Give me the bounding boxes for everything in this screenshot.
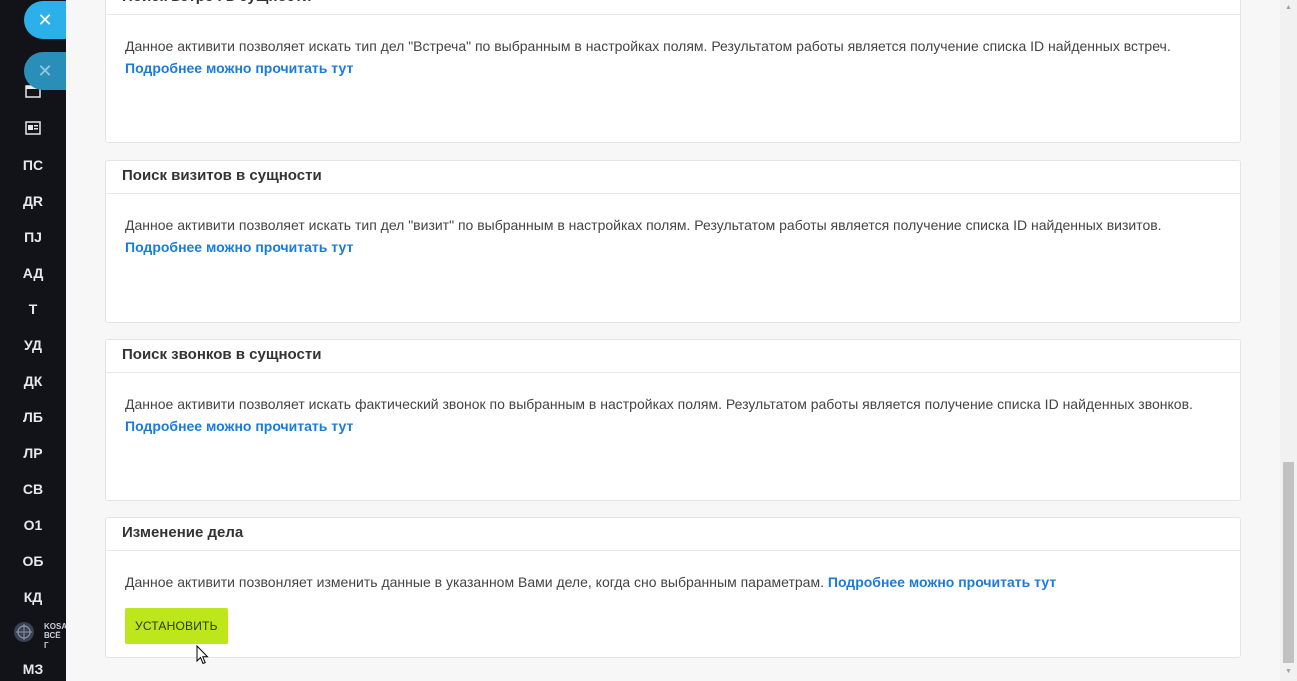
close-icon: ✕: [37, 9, 53, 31]
close-panel-button-secondary[interactable]: ✕: [24, 52, 66, 90]
card-title: Изменение дела: [106, 518, 1240, 551]
sidebar-item-dr[interactable]: ДR: [0, 193, 66, 209]
card-description: Данное активити позволяет искать фактиче…: [125, 396, 1193, 434]
main-content: Поиск встреч в сущности Данное активити …: [66, 0, 1280, 681]
sidebar-item-ud[interactable]: УД: [0, 337, 66, 353]
read-more-link[interactable]: Подробнее можно прочитать тут: [828, 574, 1056, 590]
left-sidebar: ПС ДR ПJ АД Т УД ДК ЛБ ЛР СВ О1 ОБ КД KO…: [0, 0, 67, 681]
scroll-up-icon[interactable]: ▲: [1283, 4, 1294, 11]
read-more-link[interactable]: Подробнее можно прочитать тут: [125, 239, 353, 255]
scrollbar-thumb[interactable]: [1283, 462, 1294, 663]
sidebar-item-t[interactable]: Т: [0, 301, 66, 317]
globe-icon: [14, 622, 34, 642]
sidebar-item-lb[interactable]: ЛБ: [0, 409, 66, 425]
read-more-link[interactable]: Подробнее можно прочитать тут: [125, 60, 353, 76]
sidebar-item-pj[interactable]: ПJ: [0, 229, 66, 245]
sidebar-item-ob[interactable]: ОБ: [0, 553, 66, 569]
read-more-link[interactable]: Подробнее можно прочитать тут: [125, 418, 353, 434]
install-button[interactable]: УСТАНОВИТЬ: [125, 608, 228, 644]
scroll-down-icon[interactable]: ▼: [1283, 668, 1294, 675]
card-title: Поиск визитов в сущности: [106, 161, 1240, 194]
sidebar-item-ps[interactable]: ПС: [0, 157, 66, 173]
mouse-cursor-icon: [196, 645, 209, 665]
contact-card-icon[interactable]: [25, 121, 41, 135]
card-description: Данное активити позвонляет изменить данн…: [106, 551, 1240, 644]
card-call-search: Поиск звонков в сущности Данное активити…: [105, 339, 1241, 501]
card-title: Поиск звонков в сущности: [106, 340, 1240, 373]
close-icon: ✕: [37, 60, 53, 82]
sidebar-item-o1[interactable]: О1: [0, 517, 66, 533]
card-description: Данное активити позволяет искать тип дел…: [125, 217, 1162, 255]
card-activity-edit: Изменение дела Данное активити позвонляе…: [105, 517, 1241, 658]
card-title: Поиск встреч в сущности: [106, 0, 1240, 15]
card-meeting-search: Поиск встреч в сущности Данное активити …: [105, 0, 1241, 143]
logo-text-2: ВСЁ Г: [44, 631, 61, 650]
sidebar-item-mz[interactable]: МЗ: [0, 661, 66, 677]
sidebar-item-lr[interactable]: ЛР: [0, 445, 66, 461]
card-description: Данное активити позволяет искать тип дел…: [125, 38, 1171, 76]
close-panel-button[interactable]: ✕: [24, 1, 66, 39]
sidebar-item-dk[interactable]: ДК: [0, 373, 66, 389]
sidebar-item-ad[interactable]: АД: [0, 265, 66, 281]
sidebar-item-kd[interactable]: КД: [0, 589, 66, 605]
kosa-logo[interactable]: KOSA ВСЁ Г: [13, 621, 67, 650]
card-visit-search: Поиск визитов в сущности Данное активити…: [105, 160, 1241, 323]
sidebar-item-sv[interactable]: СВ: [0, 481, 66, 497]
